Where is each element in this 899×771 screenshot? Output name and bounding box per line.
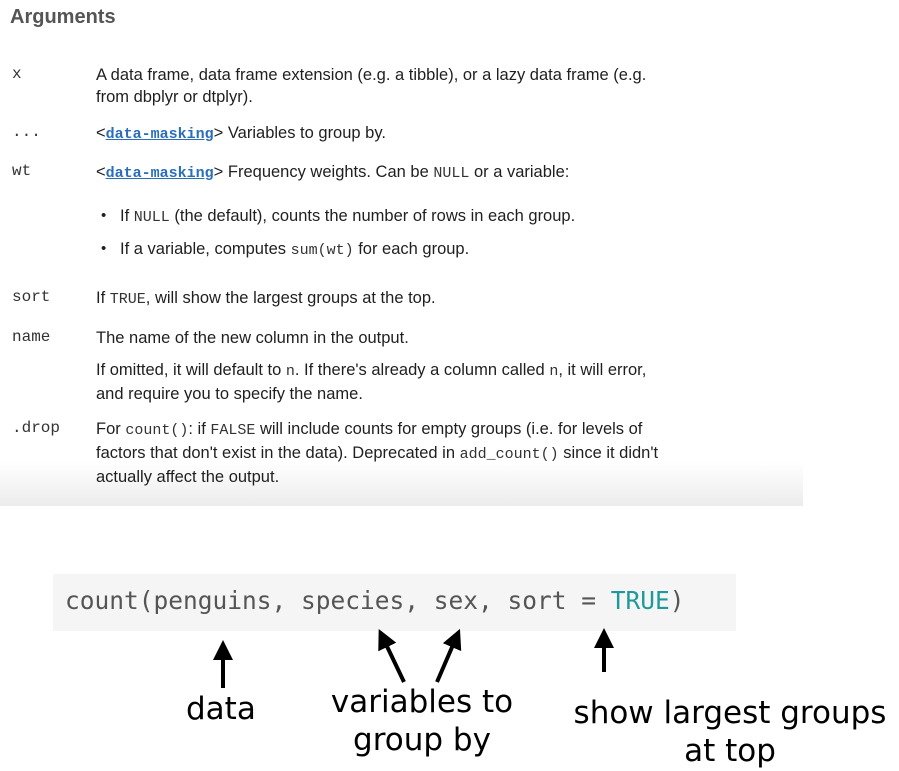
- data-masking-link[interactable]: data-masking: [106, 165, 214, 182]
- arg-name: ...: [12, 123, 41, 141]
- arrow-to-species: [378, 628, 406, 683]
- arrow-to-sex: [435, 628, 462, 683]
- arg-description: If TRUE, will show the largest groups at…: [96, 289, 436, 308]
- code-example-box: count(penguins, species, sex, sort = TRU…: [53, 574, 736, 631]
- arg-name: wt: [12, 162, 32, 180]
- list-item: If NULL (the default), counts the number…: [101, 205, 575, 229]
- section-heading: Arguments: [10, 6, 116, 28]
- annotation-variables: variables to group by: [330, 684, 514, 758]
- arg-description: <data-masking> Frequency weights. Can be…: [96, 163, 570, 182]
- arg-name: name: [12, 328, 51, 346]
- arg-description: The name of the new column in the output…: [96, 329, 647, 403]
- arg-description: For count(): if FALSE will include count…: [96, 420, 659, 486]
- annotation-data: data: [186, 691, 256, 727]
- list-item: If a variable, computes sum(wt) for each…: [101, 238, 469, 262]
- arg-name: x: [12, 65, 22, 83]
- arg-description: A data frame, data frame extension (e.g.…: [96, 66, 647, 106]
- true-keyword: TRUE: [610, 586, 670, 615]
- arg-name: .drop: [12, 419, 61, 437]
- annotation-sort: show largest groups at top: [573, 695, 887, 769]
- arguments-doc-panel: Arguments x A data frame, data frame ext…: [0, 0, 803, 506]
- arg-description: <data-masking> Variables to group by.: [96, 124, 386, 143]
- code-example: count(penguins, species, sex, sort = TRU…: [65, 586, 685, 615]
- arg-name: sort: [12, 288, 51, 306]
- data-masking-link[interactable]: data-masking: [106, 126, 214, 143]
